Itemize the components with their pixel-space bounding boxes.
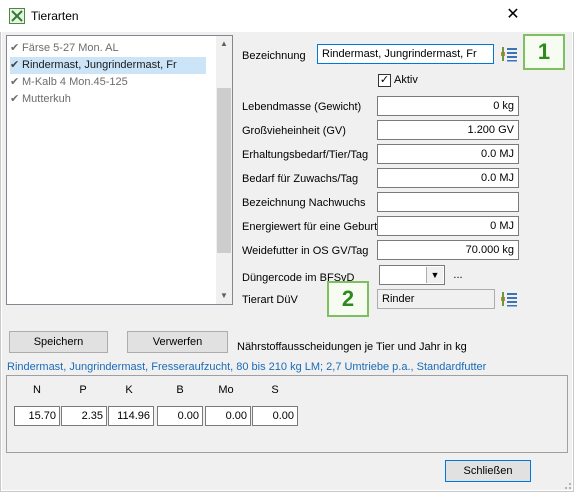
callout-badge-2: 2 — [327, 281, 369, 317]
title-bar — [0, 0, 574, 32]
nachwuchs-label: Bezeichnung Nachwuchs — [242, 197, 366, 209]
scrollbar-thumb[interactable] — [217, 88, 231, 253]
cell-n[interactable]: 15.70 — [14, 406, 60, 426]
lebendmasse-input[interactable]: 0 kg — [377, 96, 519, 116]
list-item[interactable]: ✔ Rindermast, Jungrindermast, Fr — [10, 57, 206, 74]
tierarten-list[interactable]: ✔ Färse 5-27 Mon. AL ✔ Rindermast, Jungrin… — [6, 35, 233, 305]
naehrstoff-heading: Nährstoffausscheidungen je Tier und Jahr… — [237, 341, 467, 353]
app-icon — [9, 8, 25, 24]
list-item[interactable]: ✔ M-Kalb 4 Mon.45-125 — [10, 74, 206, 91]
erhaltung-label: Erhaltungsbedarf/Tier/Tag — [242, 149, 369, 161]
list-item-label: Färse 5-27 Mon. AL — [22, 42, 119, 54]
cell-mo[interactable]: 0.00 — [205, 406, 251, 426]
close-button[interactable]: Schließen — [445, 460, 531, 482]
weidefutter-label: Weidefutter in OS GV/Tag — [242, 245, 369, 257]
column-header-b: B — [176, 384, 184, 396]
energie-label: Energiewert für eine Geburt — [242, 221, 378, 233]
lookup-list-icon[interactable] — [500, 46, 518, 62]
column-header-s: S — [271, 384, 279, 396]
duenger-select[interactable]: ▼ — [379, 265, 445, 285]
list-scrollbar[interactable]: ▲ ▼ — [216, 36, 232, 304]
check-icon: ✔ — [10, 59, 20, 71]
list-item[interactable]: ✔ Färse 5-27 Mon. AL — [10, 40, 206, 57]
bezeichnung-label: Bezeichnung — [242, 50, 306, 62]
list-item-label: Rindermast, Jungrindermast, Fr — [22, 59, 177, 71]
list-item-label: M-Kalb 4 Mon.45-125 — [22, 76, 128, 88]
close-icon[interactable]: ✕ — [504, 6, 522, 24]
erhaltung-input[interactable]: 0.0 MJ — [377, 144, 519, 164]
resize-grip-icon[interactable] — [560, 478, 572, 490]
cell-s[interactable]: 0.00 — [252, 406, 298, 426]
naehrstoff-table: N P K B Mo S 15.70 2.35 114.96 0.00 0.00… — [6, 375, 568, 453]
check-icon: ✔ — [10, 76, 20, 88]
scroll-down-icon[interactable]: ▼ — [216, 288, 232, 304]
check-icon: ✔ — [10, 42, 20, 54]
save-button[interactable]: Speichern — [9, 331, 108, 353]
cell-p[interactable]: 2.35 — [61, 406, 107, 426]
gv-input[interactable]: 1.200 GV — [377, 120, 519, 140]
column-header-k: K — [125, 384, 133, 396]
zuwachs-input[interactable]: 0.0 MJ — [377, 168, 519, 188]
naehrstoff-description: Rindermast, Jungrindermast, Fresseraufzu… — [7, 361, 487, 373]
callout-badge-1: 1 — [523, 34, 565, 70]
tierart-input[interactable]: Rinder — [377, 289, 495, 309]
duenger-more-button[interactable]: ... — [449, 267, 467, 287]
lebendmasse-label: Lebendmasse (Gewicht) — [242, 101, 362, 113]
list-item[interactable]: ✔ Mutterkuh — [10, 91, 206, 108]
weidefutter-input[interactable]: 70.000 kg — [377, 240, 519, 260]
column-header-p: P — [79, 384, 87, 396]
tierart-label: Tierart DüV — [242, 294, 298, 306]
check-icon: ✔ — [10, 93, 20, 105]
cell-k[interactable]: 114.96 — [108, 406, 154, 426]
aktiv-label: Aktiv — [394, 74, 418, 86]
discard-button[interactable]: Verwerfen — [127, 331, 228, 353]
energie-input[interactable]: 0 MJ — [377, 216, 519, 236]
scroll-up-icon[interactable]: ▲ — [216, 36, 232, 52]
cell-b[interactable]: 0.00 — [157, 406, 203, 426]
chevron-down-icon[interactable]: ▼ — [426, 267, 443, 283]
bezeichnung-input[interactable]: Rindermast, Jungrindermast, Fr — [317, 44, 494, 64]
list-item-label: Mutterkuh — [22, 93, 71, 105]
aktiv-checkbox[interactable]: ✓ — [378, 74, 391, 87]
column-header-mo: Mo — [218, 384, 234, 396]
gv-label: Großvieheinheit (GV) — [242, 125, 346, 137]
nachwuchs-input[interactable] — [377, 192, 519, 212]
lookup-list-icon[interactable] — [500, 291, 518, 307]
window-title: Tierarten — [31, 9, 79, 23]
column-header-n: N — [33, 384, 41, 396]
zuwachs-label: Bedarf für Zuwachs/Tag — [242, 173, 359, 185]
